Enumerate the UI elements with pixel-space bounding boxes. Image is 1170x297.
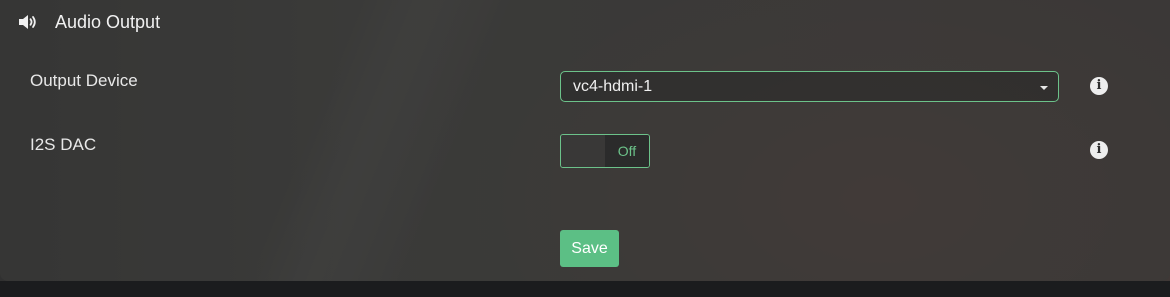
section-title: Audio Output [55,11,161,32]
i2s-dac-toggle[interactable]: Off [560,134,650,168]
toggle-state-label: Off [605,135,649,167]
i2s-dac-label: I2S DAC [30,135,97,154]
speaker-volume-icon [19,15,36,29]
bottom-strip [0,281,1170,297]
info-icon[interactable]: i [1090,77,1108,95]
output-device-value: vc4-hdmi-1 [573,77,653,95]
info-icon[interactable]: i [1090,141,1108,159]
output-device-label: Output Device [30,71,138,90]
save-button[interactable]: Save [560,230,619,267]
chevron-down-icon [1040,86,1048,90]
toggle-handle [561,135,605,167]
section-header: Audio Output [18,10,160,34]
output-device-select[interactable]: vc4-hdmi-1 [560,71,1059,102]
